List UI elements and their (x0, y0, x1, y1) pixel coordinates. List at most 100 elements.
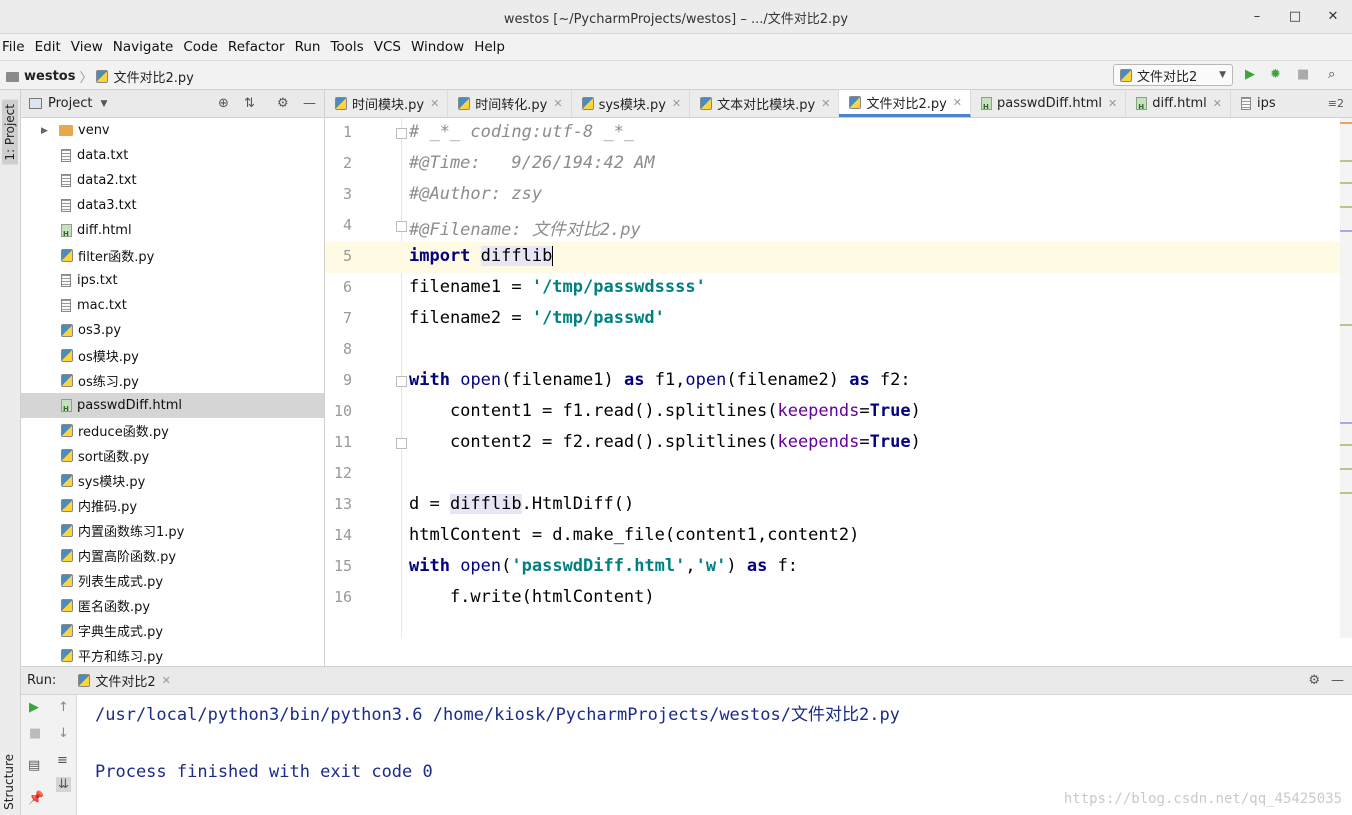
menu-run[interactable]: Run (295, 39, 321, 55)
menu-tools[interactable]: Tools (330, 39, 363, 55)
editor-tab[interactable]: ips (1231, 90, 1284, 117)
tree-item[interactable]: 匿名函数.py (21, 593, 324, 618)
python-file-icon (61, 424, 73, 437)
menu-help[interactable]: Help (474, 39, 505, 55)
menu-code[interactable]: Code (183, 39, 218, 55)
text-file-icon (61, 274, 71, 287)
code-line: 10 content1 = f1.read().splitlines(keepe… (325, 397, 1340, 428)
close-icon[interactable]: ✕ (162, 674, 171, 687)
python-file-icon (61, 574, 73, 587)
breadcrumb-project[interactable]: westos (24, 69, 75, 84)
folder-icon (6, 71, 19, 82)
editor-tab[interactable]: diff.html ✕ (1126, 90, 1232, 117)
tree-item[interactable]: 平方和练习.py (21, 643, 324, 668)
tree-item[interactable]: diff.html (21, 218, 324, 243)
fold-marker-icon[interactable] (396, 221, 407, 232)
tree-item[interactable]: filter函数.py (21, 243, 324, 268)
run-config-select[interactable]: 文件对比2 ▼ (1113, 64, 1233, 86)
run-tab-label[interactable]: 文件对比2 (95, 671, 155, 690)
text-file-icon (61, 299, 71, 312)
project-panel-title[interactable]: Project (48, 96, 92, 111)
breadcrumb-file[interactable]: 文件对比2.py (113, 67, 193, 86)
tree-item[interactable]: sort函数.py (21, 443, 324, 468)
pin-icon[interactable]: 📌 (28, 791, 44, 806)
fold-marker-icon[interactable] (396, 438, 407, 449)
fold-marker-icon[interactable] (396, 128, 407, 139)
menu-view[interactable]: View (71, 39, 103, 55)
code-line: 1 # _*_ coding:utf-8 _*_ (325, 118, 1340, 149)
close-icon[interactable]: ✕ (672, 97, 681, 110)
close-icon[interactable]: ✕ (953, 96, 962, 109)
tree-item[interactable]: sys模块.py (21, 468, 324, 493)
tree-item[interactable]: mac.txt (21, 293, 324, 318)
tree-item[interactable]: 内推码.py (21, 493, 324, 518)
tree-item[interactable]: 字典生成式.py (21, 618, 324, 643)
tree-item[interactable]: data3.txt (21, 193, 324, 218)
chevron-down-icon[interactable]: ▼ (100, 99, 107, 109)
close-button[interactable]: ✕ (1323, 7, 1343, 27)
left-tool-stripe: 1: Project Structure (0, 90, 21, 815)
tree-item[interactable]: reduce函数.py (21, 418, 324, 443)
tree-item[interactable]: os练习.py (21, 368, 324, 393)
maximize-button[interactable]: □ (1285, 7, 1305, 27)
editor-tab-active[interactable]: 文件对比2.py ✕ (839, 90, 972, 117)
tree-item[interactable]: os模块.py (21, 343, 324, 368)
locate-icon[interactable]: ⊕ (218, 96, 229, 111)
layout-icon[interactable]: ▤ (28, 758, 40, 773)
editor-tab[interactable]: 文本对比模块.py ✕ (690, 90, 840, 117)
tree-item[interactable]: ips.txt (21, 268, 324, 293)
minimize-button[interactable]: – (1247, 7, 1267, 27)
soft-wrap-icon[interactable]: ≡ (57, 753, 68, 768)
editor-scrollbar[interactable] (1340, 118, 1352, 638)
code-editor[interactable]: 1 # _*_ coding:utf-8 _*_ 2 #@Time: 9/26/19… (325, 118, 1352, 666)
menu-window[interactable]: Window (411, 39, 464, 55)
scroll-to-end-icon[interactable]: ⇊ (56, 777, 71, 792)
menu-navigate[interactable]: Navigate (113, 39, 174, 55)
fold-marker-icon[interactable] (396, 376, 407, 387)
arrow-up-icon[interactable]: ↑ (58, 700, 69, 715)
tree-item[interactable]: data.txt (21, 143, 324, 168)
close-icon[interactable]: ✕ (821, 97, 830, 110)
hide-icon[interactable]: — (303, 96, 316, 111)
editor-tab[interactable]: passwdDiff.html ✕ (971, 90, 1127, 117)
project-tool-tab[interactable]: 1: Project (2, 100, 18, 165)
tree-item[interactable]: 内置函数练习1.py (21, 518, 324, 543)
close-icon[interactable]: ✕ (553, 97, 562, 110)
tree-item-label: 内推码.py (78, 500, 138, 515)
close-icon[interactable]: ✕ (430, 97, 439, 110)
tree-item[interactable]: 内置高阶函数.py (21, 543, 324, 568)
editor-tab[interactable]: 时间转化.py ✕ (448, 90, 572, 117)
tree-item[interactable]: os3.py (21, 318, 324, 343)
debug-icon[interactable]: ✹ (1270, 67, 1281, 82)
keyword: with (409, 370, 450, 390)
stop-icon[interactable]: ■ (1297, 67, 1309, 82)
menu-vcs[interactable]: VCS (374, 39, 401, 55)
console-output[interactable]: /usr/local/python3/bin/python3.6 /home/k… (77, 695, 1352, 815)
gear-icon[interactable]: ⚙ (277, 96, 289, 111)
close-icon[interactable]: ✕ (1213, 97, 1222, 110)
close-icon[interactable]: ✕ (1108, 97, 1117, 110)
menu-file[interactable]: File (2, 39, 25, 55)
arrow-down-icon[interactable]: ↓ (58, 726, 69, 741)
menu-edit[interactable]: Edit (35, 39, 61, 55)
collapse-all-icon[interactable]: ⇅ (244, 96, 255, 111)
structure-tool-tab[interactable]: Structure (2, 754, 16, 810)
line-number: 12 (333, 464, 352, 482)
run-icon[interactable]: ▶ (1245, 67, 1255, 82)
stop-icon[interactable]: ■ (29, 726, 41, 741)
tree-item-venv[interactable]: ▶ venv (21, 118, 324, 143)
menu-refactor[interactable]: Refactor (228, 39, 285, 55)
editor-tab[interactable]: sys模块.py ✕ (572, 90, 691, 117)
tab-overflow-button[interactable]: ≡2 (1318, 90, 1352, 117)
html-file-icon (61, 224, 72, 238)
rerun-icon[interactable]: ▶ (29, 700, 39, 715)
gear-icon[interactable]: ⚙ (1308, 673, 1320, 688)
tree-item[interactable]: data2.txt (21, 168, 324, 193)
line-number: 5 (342, 247, 352, 265)
editor-tab[interactable]: 时间模块.py ✕ (325, 90, 449, 117)
tree-item[interactable]: 列表生成式.py (21, 568, 324, 593)
tree-item-selected[interactable]: passwdDiff.html (21, 393, 324, 418)
hide-icon[interactable]: — (1331, 673, 1344, 688)
window-titlebar: westos [~/PycharmProjects/westos] – .../… (0, 0, 1352, 34)
search-icon[interactable]: ⌕ (1328, 67, 1335, 82)
